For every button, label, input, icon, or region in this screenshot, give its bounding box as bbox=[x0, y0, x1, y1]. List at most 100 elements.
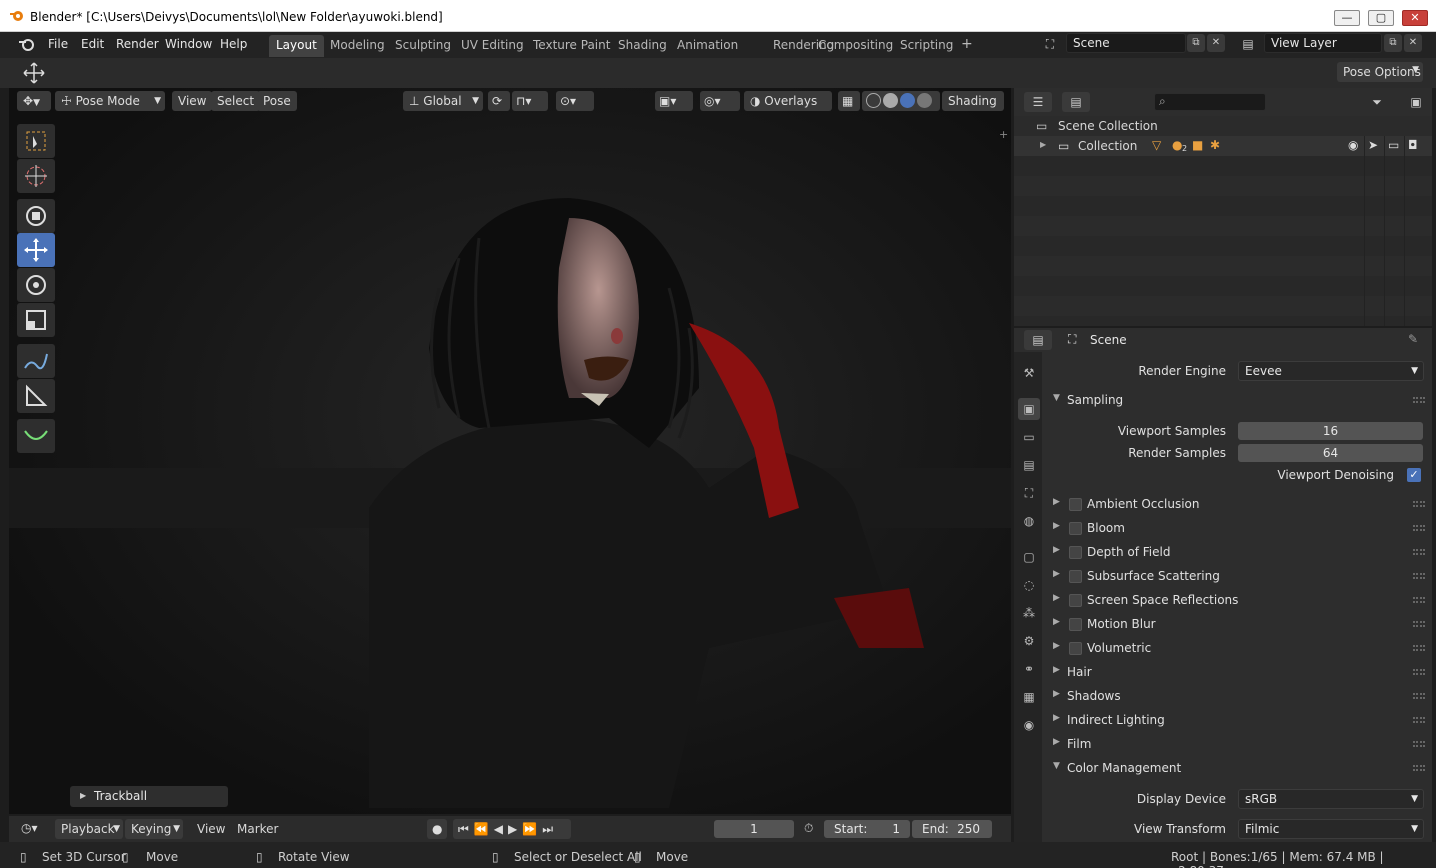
tool-tab-icon[interactable]: ⚒ bbox=[1018, 362, 1040, 384]
screen-space-reflections-checkbox[interactable] bbox=[1069, 594, 1082, 607]
copy-view-layer-icon[interactable]: ⧉ bbox=[1384, 34, 1402, 52]
tab-shading[interactable]: Shading bbox=[611, 35, 674, 57]
panel-indirect-lighting[interactable]: ▶ Indirect Lighting bbox=[1043, 709, 1429, 731]
tab-scripting[interactable]: Scripting bbox=[893, 35, 960, 57]
drag-handle-icon[interactable] bbox=[1413, 501, 1425, 507]
measure-tool[interactable] bbox=[17, 379, 55, 413]
armature-icon[interactable]: ▽ bbox=[1152, 138, 1161, 152]
bloom-checkbox[interactable] bbox=[1069, 522, 1082, 535]
orientation-dropdown[interactable]: ⊥ Global ▼ bbox=[403, 91, 483, 111]
3d-viewport[interactable] bbox=[9, 88, 1011, 814]
next-keyframe-icon[interactable]: ⏩ bbox=[522, 822, 542, 836]
jump-end-icon[interactable]: ⏭ bbox=[542, 822, 558, 836]
render-camera-icon[interactable]: ◘ bbox=[1408, 138, 1418, 152]
drag-handle-icon[interactable] bbox=[1413, 549, 1425, 555]
particles-tab-icon[interactable]: ⁂ bbox=[1018, 602, 1040, 624]
menu-render[interactable]: Render bbox=[116, 37, 159, 51]
drag-handle-icon[interactable] bbox=[1413, 669, 1425, 675]
pose-icon[interactable]: ✱ bbox=[1210, 138, 1220, 152]
filter-icon[interactable]: ⏷ bbox=[1362, 92, 1392, 112]
snap-icon[interactable]: ⊓▾ bbox=[512, 91, 548, 111]
display-mode-icon[interactable]: ▤ bbox=[1062, 92, 1090, 112]
editor-type-dropdown[interactable]: ✥▼ bbox=[17, 91, 51, 111]
display-device-dropdown[interactable]: sRGB ▼ bbox=[1238, 789, 1424, 809]
monitor-icon[interactable]: ▭ bbox=[1388, 138, 1399, 152]
menu-window[interactable]: Window bbox=[165, 37, 212, 51]
panel-screen-space-reflections[interactable]: ▶ Screen Space Reflections bbox=[1043, 589, 1429, 611]
scene-tab-icon[interactable]: ⛶ bbox=[1018, 482, 1040, 504]
view-layer-selector-icon[interactable]: ▤ bbox=[1234, 34, 1262, 54]
move-tool-icon[interactable] bbox=[22, 61, 46, 85]
wireframe-shading-icon[interactable] bbox=[866, 93, 881, 108]
solid-shading-icon[interactable] bbox=[883, 93, 898, 108]
tab-animation[interactable]: Animation bbox=[670, 35, 745, 57]
pivot-icon[interactable]: ⟳ bbox=[488, 91, 510, 111]
add-workspace-button[interactable]: + bbox=[954, 35, 980, 57]
outliner-row-collection[interactable]: ▶ ▭ Collection ▽ ● 2 ■ ✱ ◉ ➤ ▭ ◘ bbox=[1014, 136, 1432, 156]
modifier-tab-icon[interactable]: ◌ bbox=[1018, 574, 1040, 596]
cursor-tool[interactable] bbox=[17, 159, 55, 193]
panel-motion-blur[interactable]: ▶ Motion Blur bbox=[1043, 613, 1429, 635]
navigation-plus-icon[interactable]: + bbox=[999, 128, 1008, 141]
properties-editor-icon[interactable]: ▤ bbox=[1024, 330, 1052, 350]
render-engine-dropdown[interactable]: Eevee ▼ bbox=[1238, 361, 1424, 381]
scene-field[interactable]: Scene bbox=[1066, 33, 1186, 53]
move-tool[interactable] bbox=[17, 233, 55, 267]
view-transform-dropdown[interactable]: Filmic ▼ bbox=[1238, 819, 1424, 839]
drag-handle-icon[interactable] bbox=[1413, 693, 1425, 699]
drag-handle-icon[interactable] bbox=[1413, 597, 1425, 603]
scale-tool[interactable] bbox=[17, 303, 55, 337]
close-button[interactable]: ✕ bbox=[1402, 10, 1428, 26]
select-pointer-icon[interactable]: ➤ bbox=[1368, 138, 1378, 152]
subsurface-scattering-checkbox[interactable] bbox=[1069, 570, 1082, 583]
object-type-visibility-icon[interactable]: ▣▾ bbox=[655, 91, 693, 111]
drag-handle-icon[interactable] bbox=[1413, 717, 1425, 723]
current-frame-field[interactable]: 1 bbox=[714, 820, 794, 838]
play-reverse-icon[interactable]: ◀ bbox=[494, 822, 508, 836]
view-menu[interactable]: View bbox=[172, 91, 213, 111]
output-tab-icon[interactable]: ▭ bbox=[1018, 426, 1040, 448]
world-tab-icon[interactable]: ◍ bbox=[1018, 510, 1040, 532]
eye-icon[interactable]: ◉ bbox=[1348, 138, 1358, 152]
shading-dropdown[interactable]: Shading bbox=[942, 91, 1004, 111]
panel-film[interactable]: ▶ Film bbox=[1043, 733, 1429, 755]
copy-scene-icon[interactable]: ⧉ bbox=[1187, 34, 1205, 52]
depth-of-field-checkbox[interactable] bbox=[1069, 546, 1082, 559]
pin-icon[interactable]: ✎ bbox=[1408, 332, 1418, 346]
xray-icon[interactable]: ▦ bbox=[838, 91, 860, 111]
rotate-tool[interactable] bbox=[17, 268, 55, 302]
drag-handle-icon[interactable] bbox=[1413, 645, 1425, 651]
end-frame-field[interactable]: End: 250 bbox=[912, 820, 992, 838]
panel-subsurface-scattering[interactable]: ▶ Subsurface Scattering bbox=[1043, 565, 1429, 587]
pose-menu[interactable]: Pose bbox=[257, 91, 297, 111]
outliner-search-input[interactable]: ⌕ bbox=[1154, 93, 1266, 111]
new-collection-icon[interactable]: ▣ bbox=[1406, 92, 1426, 112]
camera-icon[interactable]: ■ bbox=[1192, 138, 1203, 152]
drag-handle-icon[interactable] bbox=[1413, 765, 1425, 771]
view-layer-field[interactable]: View Layer bbox=[1264, 33, 1382, 53]
expand-arrow-icon[interactable]: ▶ bbox=[1040, 140, 1046, 149]
remove-scene-icon[interactable]: ✕ bbox=[1207, 34, 1225, 52]
minimize-button[interactable]: — bbox=[1334, 10, 1360, 26]
show-gizmo-icon[interactable]: ◎▾ bbox=[700, 91, 740, 111]
mode-dropdown[interactable]: ☩ Pose Mode ▼ bbox=[55, 91, 165, 111]
select-menu[interactable]: Select bbox=[211, 91, 261, 111]
pose-options-dropdown[interactable]: Pose Options ▼ bbox=[1337, 62, 1423, 82]
panel-shadows[interactable]: ▶ Shadows bbox=[1043, 685, 1429, 707]
render-samples-field[interactable]: 64 bbox=[1238, 444, 1423, 462]
panel-sampling[interactable]: ▼ Sampling bbox=[1043, 389, 1429, 411]
transform-tool[interactable] bbox=[17, 199, 55, 233]
panel-ambient-occlusion[interactable]: ▶ Ambient Occlusion bbox=[1043, 493, 1429, 515]
object-tab-icon[interactable]: ▢ bbox=[1018, 546, 1040, 568]
tab-modeling[interactable]: Modeling bbox=[323, 35, 392, 57]
stopwatch-icon[interactable]: ⏱ bbox=[804, 821, 813, 836]
timeline-editor-icon[interactable]: ◷▾ bbox=[19, 819, 49, 839]
render-tab-icon[interactable]: ▣ bbox=[1018, 398, 1040, 420]
maximize-button[interactable]: ▢ bbox=[1368, 10, 1394, 26]
texture-tab-icon[interactable]: ◉ bbox=[1018, 714, 1040, 736]
viewport-denoising-checkbox[interactable]: ✓ bbox=[1407, 468, 1421, 482]
scene-selector-icon[interactable]: ⛶ bbox=[1036, 34, 1064, 54]
overlays-dropdown[interactable]: ◑ Overlays bbox=[744, 91, 832, 111]
timeline-view-menu[interactable]: View bbox=[197, 822, 225, 836]
ambient-occlusion-checkbox[interactable] bbox=[1069, 498, 1082, 511]
